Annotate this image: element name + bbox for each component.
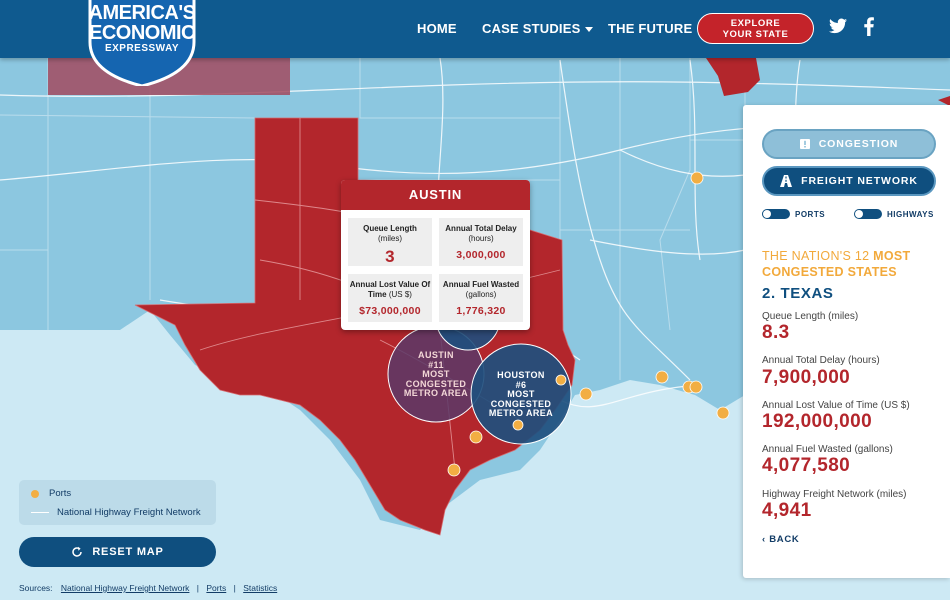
freight-network-label: FREIGHT NETWORK — [801, 175, 918, 187]
stat-label-queue: Queue Length (miles) — [762, 311, 859, 322]
ranking-heading: THE NATION'S 12 MOST CONGESTED STATES — [762, 248, 942, 280]
toggle-switch[interactable] — [762, 209, 790, 219]
road-icon — [780, 175, 793, 187]
logo-line-2: ECONOMIC — [89, 22, 196, 44]
toggle-highways-label: HIGHWAYS — [887, 209, 934, 219]
popup-cell-label: Annual Total Delay (hours) — [445, 224, 517, 243]
metro-line: METRO AREA — [488, 408, 554, 418]
toggle-switch[interactable] — [854, 209, 882, 219]
popup-cell-value: 1,776,320 — [456, 305, 506, 317]
alert-icon — [799, 139, 810, 149]
stat-value-lost-value: 192,000,000 — [762, 411, 873, 432]
toggle-ports-label: PORTS — [795, 209, 826, 219]
logo-line-3: EXPRESSWAY — [104, 43, 180, 54]
chevron-left-icon: ‹ — [762, 534, 766, 545]
state-title: 2. TEXAS — [762, 285, 834, 302]
source-link-freight[interactable]: National Highway Freight Network — [61, 583, 190, 593]
stat-label-lost-value: Annual Lost Value of Time (US $) — [762, 400, 910, 411]
sources-label: Sources: — [19, 583, 53, 593]
reset-map-button[interactable]: RESET MAP — [19, 537, 216, 567]
congestion-button[interactable]: CONGESTION — [762, 129, 936, 159]
ranking-part1: THE NATION'S 12 — [762, 249, 870, 263]
popup-cell-fuel: Annual Fuel Wasted (gallons) 1,776,320 — [439, 274, 523, 322]
refresh-icon — [72, 546, 83, 557]
freight-network-button[interactable]: FREIGHT NETWORK — [762, 166, 936, 196]
back-label: BACK — [769, 534, 800, 545]
source-link-statistics[interactable]: Statistics — [243, 583, 277, 593]
nav-case-studies[interactable]: CASE STUDIES — [482, 21, 594, 36]
city-popup: AUSTIN Queue Length (miles) 3 Annual Tota… — [341, 180, 530, 330]
popup-cell-lost-value: Annual Lost Value Of Time (US $) $73,000… — [348, 274, 432, 322]
stat-value-delay: 7,900,000 — [762, 367, 851, 388]
facebook-icon[interactable] — [864, 17, 874, 41]
explore-line-1: EXPLORE — [730, 18, 781, 29]
toggle-highways[interactable]: HIGHWAYS — [854, 209, 934, 219]
site-logo[interactable]: AMERICA'S ECONOMIC EXPRESSWAY — [84, 0, 200, 86]
popup-cell-label: Queue Length (miles) — [363, 224, 417, 243]
legend-freight: National Highway Freight Network — [31, 507, 201, 518]
popup-cell-value: $73,000,000 — [359, 305, 421, 317]
stat-label-delay: Annual Total Delay (hours) — [762, 355, 880, 366]
popup-cell-queue: Queue Length (miles) 3 — [348, 218, 432, 266]
source-link-ports[interactable]: Ports — [206, 583, 226, 593]
stat-label-freight: Highway Freight Network (miles) — [762, 489, 907, 500]
nav-the-future[interactable]: THE FUTURE — [608, 21, 692, 36]
back-button[interactable]: ‹ BACK — [762, 534, 799, 545]
explore-your-state-button[interactable]: EXPLORE YOUR STATE — [697, 13, 814, 44]
stat-value-fuel: 4,077,580 — [762, 455, 851, 476]
legend-ports: Ports — [31, 488, 71, 499]
legend-freight-label: National Highway Freight Network — [57, 507, 201, 518]
nav-case-studies-label: CASE STUDIES — [482, 21, 581, 36]
popup-cell-label: Annual Fuel Wasted (gallons) — [442, 280, 520, 299]
popup-title: AUSTIN — [341, 180, 530, 210]
reset-map-label: RESET MAP — [92, 546, 164, 558]
popup-cell-value: 3,000,000 — [456, 249, 506, 261]
legend-ports-label: Ports — [49, 488, 72, 499]
chevron-down-icon — [585, 27, 594, 33]
highway-line-icon — [31, 511, 49, 514]
stat-label-fuel: Annual Fuel Wasted (gallons) — [762, 444, 893, 455]
twitter-icon[interactable] — [829, 18, 847, 39]
stat-value-freight: 4,941 — [762, 500, 812, 521]
site-header: AMERICA'S ECONOMIC EXPRESSWAY HOME CASE … — [0, 0, 950, 86]
sources: Sources: National Highway Freight Networ… — [19, 583, 278, 593]
port-dot-icon — [31, 489, 39, 498]
nav-home[interactable]: HOME — [417, 21, 457, 36]
metro-label-houston[interactable]: HOUSTON #6 MOST CONGESTED METRO AREA — [481, 370, 561, 419]
stat-value-queue: 8.3 — [762, 322, 790, 343]
popup-cell-label: Annual Lost Value Of Time (US $) — [349, 280, 431, 299]
congestion-label: CONGESTION — [818, 138, 899, 150]
popup-cell-value: 3 — [385, 247, 395, 266]
explore-line-2: YOUR STATE — [722, 29, 789, 40]
metro-label-austin[interactable]: AUSTIN #11 MOST CONGESTED METRO AREA — [396, 350, 476, 399]
toggle-ports[interactable]: PORTS — [762, 209, 825, 219]
metro-line: METRO AREA — [403, 388, 469, 398]
popup-cell-delay: Annual Total Delay (hours) 3,000,000 — [439, 218, 523, 266]
state-panel: CONGESTION FREIGHT NETWORK PORTS HIGHWAY… — [743, 105, 950, 578]
map-legend: Ports National Highway Freight Network — [19, 480, 216, 525]
